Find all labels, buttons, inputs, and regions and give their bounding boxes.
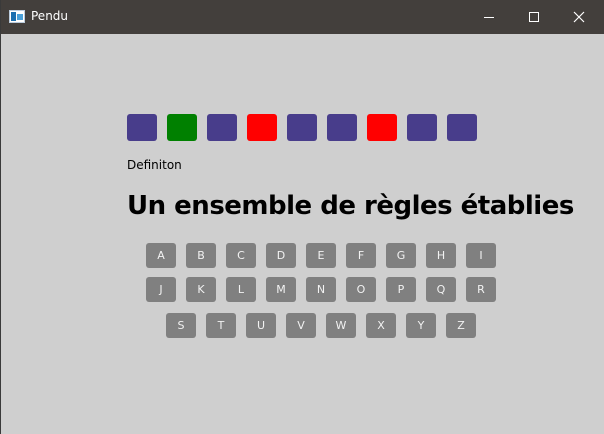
game-area: Definiton Un ensemble de règles établies… [2, 34, 604, 434]
title-bar[interactable]: Pendu [1, 0, 604, 34]
letter-tile [447, 114, 477, 141]
letter-tile [367, 114, 397, 141]
letter-button-b[interactable]: B [186, 243, 216, 268]
letter-button-t[interactable]: T [206, 313, 236, 338]
letter-button-x[interactable]: X [366, 313, 396, 338]
letter-tile [287, 114, 317, 141]
letter-button-q[interactable]: Q [426, 277, 456, 302]
definition-label: Definiton [127, 158, 182, 172]
letter-button-c[interactable]: C [226, 243, 256, 268]
letter-button-y[interactable]: Y [406, 313, 436, 338]
letter-button-l[interactable]: L [226, 277, 256, 302]
close-icon [573, 11, 585, 23]
app-icon [9, 10, 25, 23]
maximize-button[interactable] [511, 0, 557, 34]
letter-button-n[interactable]: N [306, 277, 336, 302]
letter-button-s[interactable]: S [166, 313, 196, 338]
letter-tile [327, 114, 357, 141]
maximize-icon [529, 12, 539, 22]
letter-button-f[interactable]: F [346, 243, 376, 268]
letter-button-v[interactable]: V [286, 313, 316, 338]
minimize-button[interactable] [466, 0, 512, 34]
letter-button-e[interactable]: E [306, 243, 336, 268]
letter-tile [127, 114, 157, 141]
letter-tile [247, 114, 277, 141]
letter-button-w[interactable]: W [326, 313, 356, 338]
letter-button-d[interactable]: D [266, 243, 296, 268]
letter-button-h[interactable]: H [426, 243, 456, 268]
letter-button-j[interactable]: J [146, 277, 176, 302]
letter-button-r[interactable]: R [466, 277, 496, 302]
letter-button-k[interactable]: K [186, 277, 216, 302]
letter-button-i[interactable]: I [466, 243, 496, 268]
letter-button-m[interactable]: M [266, 277, 296, 302]
letter-button-g[interactable]: G [386, 243, 416, 268]
letter-tile [167, 114, 197, 141]
letter-button-p[interactable]: P [386, 277, 416, 302]
window-title: Pendu [31, 9, 69, 23]
letter-button-a[interactable]: A [146, 243, 176, 268]
letter-button-o[interactable]: O [346, 277, 376, 302]
app-window: Pendu Definiton Un ensemble de règles ét… [0, 0, 604, 434]
close-button[interactable] [556, 0, 602, 34]
definition-text: Un ensemble de règles établies [127, 191, 574, 221]
letter-tile [207, 114, 237, 141]
minimize-icon [484, 16, 494, 18]
letter-tile [407, 114, 437, 141]
letter-button-z[interactable]: Z [446, 313, 476, 338]
letter-button-u[interactable]: U [246, 313, 276, 338]
